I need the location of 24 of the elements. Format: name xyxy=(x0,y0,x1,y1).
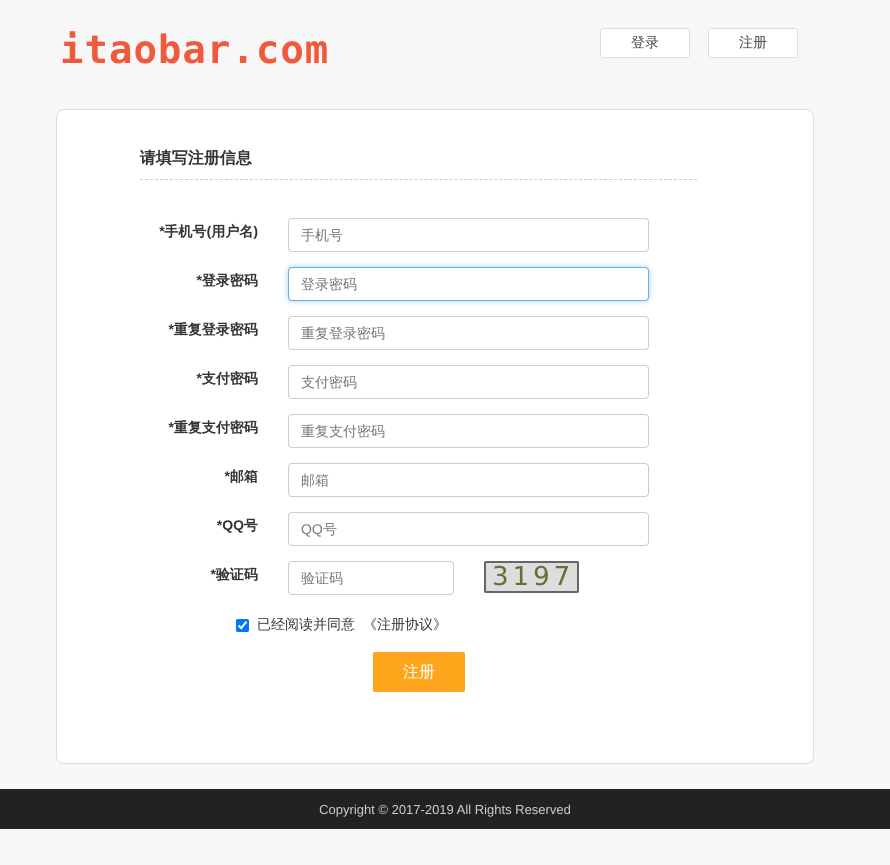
form-title: 请填写注册信息 xyxy=(140,148,252,169)
field-label: *重复支付密码 xyxy=(168,419,258,437)
header-button[interactable]: 注册 xyxy=(708,28,798,58)
input-field[interactable]: 重复支付密码 xyxy=(288,414,649,448)
input-field[interactable]: 邮箱 xyxy=(288,463,649,497)
input-field[interactable]: 重复登录密码 xyxy=(288,316,649,350)
input-field[interactable]: 登录密码 xyxy=(288,267,649,301)
captcha-image[interactable]: 3197 xyxy=(484,561,579,593)
field-label: *验证码 xyxy=(210,566,258,584)
input-field[interactable]: 手机号 xyxy=(288,218,649,252)
agreement-link[interactable]: 《注册协议》 xyxy=(363,616,447,634)
header-button[interactable]: 登录 xyxy=(600,28,690,58)
field-label: *邮箱 xyxy=(224,468,258,486)
input-field[interactable]: 支付密码 xyxy=(288,365,649,399)
field-label: *QQ号 xyxy=(216,517,258,535)
field-label: *重复登录密码 xyxy=(168,321,258,339)
field-label: *手机号(用户名) xyxy=(158,223,258,241)
field-label: *支付密码 xyxy=(196,370,258,388)
agree-checkbox[interactable] xyxy=(236,618,249,632)
input-field[interactable]: 验证码 xyxy=(288,561,454,595)
input-field[interactable]: QQ号 xyxy=(288,512,649,546)
field-label: *登录密码 xyxy=(196,272,258,290)
agreement-text: 已经阅读并同意 xyxy=(257,616,355,634)
copyright-text: Copyright © 2017-2019 All Rights Reserved xyxy=(319,802,571,816)
